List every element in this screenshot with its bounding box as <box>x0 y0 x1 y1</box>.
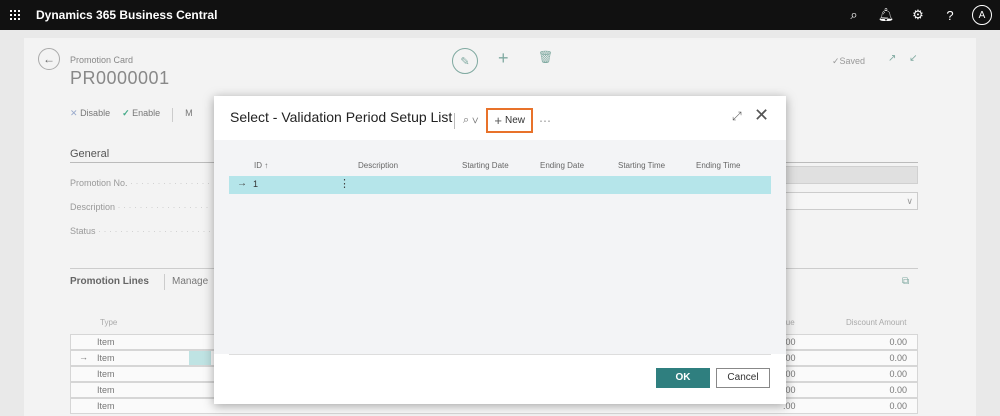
line-amount: 0.00 <box>889 385 907 395</box>
line-amount: 0.00 <box>889 353 907 363</box>
toolbar-separator <box>454 112 455 129</box>
line-type: Item <box>97 337 115 347</box>
avatar[interactable]: A <box>972 5 992 25</box>
disable-action[interactable]: ✕ Disable <box>70 108 110 122</box>
new-record-plus-icon[interactable]: + <box>498 48 509 69</box>
row-id: 1 <box>253 179 259 189</box>
action-separator <box>172 108 174 122</box>
action-bar: ✕ Disable ✓ Enable M <box>70 108 193 122</box>
gear-icon[interactable]: ⚙ <box>902 7 934 23</box>
enable-action[interactable]: ✓ Enable <box>122 108 160 122</box>
expand-icon[interactable]: ⤢ <box>732 109 742 124</box>
lines-expand-icon[interactable]: ⧉ <box>902 276 909 287</box>
column-header-starting-date[interactable]: Starting Date <box>462 161 509 170</box>
list-area: ID ↑ Description Starting Date Ending Da… <box>214 140 786 354</box>
delete-trash-icon[interactable]: 🗑︎ <box>538 50 553 64</box>
column-header-id[interactable]: ID ↑ <box>254 161 268 170</box>
check-icon: ✓ <box>122 108 130 118</box>
page-title: PR0000001 <box>70 68 170 88</box>
right-field-select[interactable]: ∨ <box>784 192 918 210</box>
x-icon: ✕ <box>70 108 78 118</box>
disable-label: Disable <box>80 108 111 118</box>
back-arrow-icon[interactable]: ← <box>38 48 60 70</box>
popout-icons: ↗ ↙ <box>888 53 918 64</box>
dialog-title: Select - Validation Period Setup List <box>230 109 453 125</box>
table-row[interactable]: → 1 ⋮ <box>229 176 771 194</box>
new-button-label: New <box>505 115 526 126</box>
search-icon[interactable]: ⌕ ∨ <box>463 114 478 127</box>
line-type: Item <box>97 385 115 395</box>
enable-label: Enable <box>132 108 161 118</box>
ok-button[interactable]: OK <box>656 368 710 388</box>
general-section-title[interactable]: General <box>70 148 109 160</box>
column-header-ending-time[interactable]: Ending Time <box>696 161 740 170</box>
top-bar: Dynamics 365 Business Central ⌕ 🔔︎ ⚙ ? A <box>0 0 1000 30</box>
collapse-icon[interactable]: ↙ <box>909 53 917 64</box>
plus-icon: + <box>494 113 503 128</box>
more-actions[interactable]: M <box>185 108 193 122</box>
new-button[interactable]: + New <box>486 108 534 133</box>
saved-label: Saved <box>839 56 866 66</box>
saved-check-icon: ✓ <box>832 56 840 66</box>
line-amount: 0.00 <box>889 337 907 347</box>
line-type: Item <box>97 369 115 379</box>
row-menu-icon[interactable]: ⋮ <box>339 177 350 190</box>
saved-status: ✓Saved <box>832 56 865 67</box>
cancel-button[interactable]: Cancel <box>716 368 770 388</box>
close-icon[interactable]: ✕ <box>754 105 769 126</box>
lookup-dialog: Select - Validation Period Setup List ⌕ … <box>214 96 786 404</box>
status-label: Status <box>70 226 210 236</box>
right-field-input[interactable] <box>784 166 918 184</box>
line-amount: 0.00 <box>889 401 907 411</box>
row-handle[interactable] <box>189 351 211 365</box>
line-type: Item <box>97 353 115 363</box>
description-label: Description <box>70 202 210 212</box>
app-title[interactable]: Dynamics 365 Business Central <box>36 8 217 22</box>
lines-separator <box>164 274 165 290</box>
promotion-lines-title[interactable]: Promotion Lines <box>70 276 149 287</box>
search-icon[interactable]: ⌕ <box>838 7 870 23</box>
column-header-type[interactable]: Type <box>100 318 117 327</box>
top-bar-icons: ⌕ 🔔︎ ⚙ ? A <box>838 0 992 30</box>
promotion-no-label: Promotion No. <box>70 178 210 188</box>
app-launcher-icon[interactable] <box>0 0 30 30</box>
line-amount: 0.00 <box>889 369 907 379</box>
column-header-starting-time[interactable]: Starting Time <box>618 161 665 170</box>
bell-icon[interactable]: 🔔︎ <box>870 7 902 23</box>
open-new-window-icon[interactable]: ↗ <box>888 53 896 64</box>
row-arrow-icon: → <box>79 352 88 362</box>
edit-pencil-icon[interactable]: ✎ <box>452 48 478 74</box>
more-options-icon[interactable]: ⋯ <box>539 114 551 128</box>
lines-manage-button[interactable]: Manage <box>172 276 208 287</box>
breadcrumb: Promotion Card <box>70 55 134 65</box>
help-icon[interactable]: ? <box>934 8 966 23</box>
column-header-ending-date[interactable]: Ending Date <box>540 161 584 170</box>
row-arrow-icon: → <box>237 178 247 189</box>
dialog-divider <box>229 354 771 355</box>
column-header-description[interactable]: Description <box>358 161 398 170</box>
line-type: Item <box>97 401 115 411</box>
dialog-toolbar: ⌕ ∨ + New ⋯ <box>454 108 551 133</box>
column-header-discount-amount[interactable]: Discount Amount <box>846 318 906 327</box>
